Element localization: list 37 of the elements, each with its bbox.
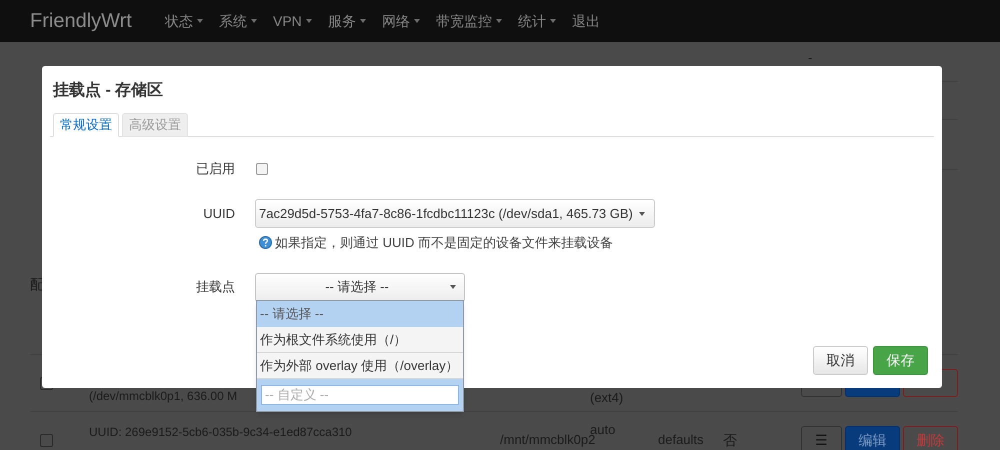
caret-icon xyxy=(251,19,257,23)
dropdown-option[interactable]: -- 请选择 -- xyxy=(257,301,463,327)
caret-icon xyxy=(639,212,645,216)
uuid-select[interactable]: 7ac29d5d-5753-4fa7-8c86-1fcdbc11123c (/dev/sda1, 465.73 GB) xyxy=(255,199,655,228)
help-text: 如果指定，则通过 UUID 而不是固定的设备文件来挂载设备 xyxy=(275,234,613,252)
mount-point-select[interactable]: -- 请选择 -- xyxy=(255,272,465,302)
caret-icon xyxy=(414,19,420,23)
edit-button[interactable]: 编辑 xyxy=(845,426,900,450)
field-label: UUID xyxy=(202,204,235,223)
nav-menu-item[interactable]: 网络 xyxy=(374,10,427,32)
row-checkbox[interactable] xyxy=(40,434,53,446)
caret-icon xyxy=(197,19,203,23)
nav-menu-item[interactable]: 系统 xyxy=(212,10,264,32)
custom-input-field[interactable]: -- 自定义 -- xyxy=(261,384,459,404)
cancel-button[interactable]: 取消 xyxy=(813,346,868,375)
caret-icon xyxy=(306,19,312,23)
nav-menu-item[interactable]: VPN xyxy=(266,10,319,32)
brand-name[interactable]: FriendlyWrt xyxy=(30,6,158,36)
field-label: 已启用 xyxy=(195,160,235,178)
nav-menu-item[interactable]: 带宽监控 xyxy=(428,10,509,32)
nav-menu-item[interactable]: 服务 xyxy=(320,10,373,32)
caret-icon xyxy=(360,19,366,23)
field-label: 挂载点 xyxy=(195,278,235,296)
table-cell: - xyxy=(808,50,812,65)
save-button[interactable]: 保存 xyxy=(873,346,928,375)
caret-icon xyxy=(550,19,556,23)
tab[interactable]: 常规设置 xyxy=(53,113,119,137)
nav-menu-item[interactable]: 退出 xyxy=(564,10,607,32)
enabled-checkbox[interactable] xyxy=(256,163,268,175)
dropdown-option[interactable]: 作为外部 overlay 使用（/overlay） xyxy=(257,353,463,379)
caret-icon xyxy=(496,19,502,23)
help-icon xyxy=(259,236,272,250)
nav-menu-item[interactable]: 状态 xyxy=(158,10,210,32)
dropdown-option[interactable]: 作为根文件系统使用（/） xyxy=(257,327,463,353)
dialog-title: 挂载点 - 存储区 xyxy=(53,81,164,101)
nav-menu-item[interactable]: 统计 xyxy=(510,10,563,32)
caret-icon xyxy=(450,285,456,289)
